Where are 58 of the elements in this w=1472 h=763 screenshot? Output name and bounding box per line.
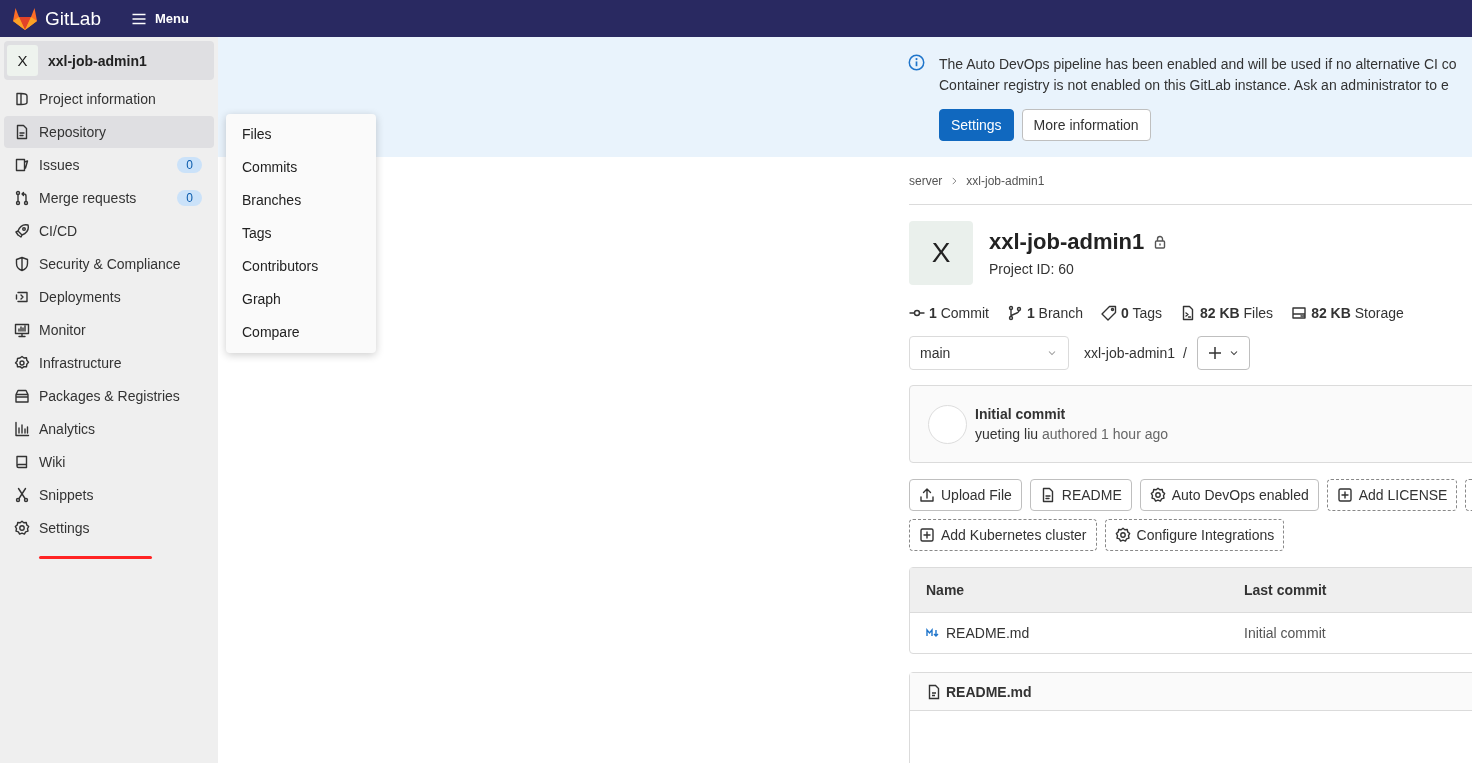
stat-link[interactable]: 0 Tags: [1100, 305, 1162, 321]
sidebar-item[interactable]: Repository: [4, 116, 214, 148]
sidebar-item[interactable]: Packages & Registries: [4, 380, 214, 412]
path-separator: /: [1183, 345, 1187, 361]
project-link[interactable]: X xxl-job-admin1: [4, 41, 214, 80]
menu-item[interactable]: Branches: [226, 184, 376, 217]
action-button[interactable]: Configure Integrations: [1104, 519, 1285, 551]
readme-title: README.md: [946, 683, 1032, 700]
breadcrumb-link[interactable]: xxl-job-admin1: [966, 173, 1045, 188]
stat-link[interactable]: 1 Branch: [1006, 305, 1083, 321]
sidebar-item[interactable]: Merge requests 0: [4, 182, 214, 214]
project-avatar: X: [909, 221, 973, 285]
project-avatar: X: [7, 45, 38, 76]
commit-title[interactable]: Initial commit: [975, 406, 1169, 422]
branch-dropdown[interactable]: main: [909, 336, 1069, 370]
sidebar-item[interactable]: Security & Compliance: [4, 248, 214, 280]
sidebar-item[interactable]: Deployments: [4, 281, 214, 313]
menu-item[interactable]: Compare: [226, 316, 376, 349]
table-cell-text: Initial commit: [1243, 625, 1327, 641]
sidebar-item[interactable]: Snippets: [4, 479, 214, 511]
path-link[interactable]: xxl-job-admin1: [1084, 345, 1176, 361]
action-button[interactable]: Auto DevOps enabled: [1139, 479, 1319, 511]
action-button[interactable]: Upload File: [909, 479, 1022, 511]
stat-link[interactable]: 1 Commit: [909, 305, 989, 321]
menu-button[interactable]: Menu: [125, 6, 195, 31]
info-button[interactable]: More information: [1021, 109, 1151, 141]
sidebar-item[interactable]: Monitor: [4, 314, 214, 346]
count-badge: 0: [177, 157, 202, 173]
column-header: Name: [925, 582, 966, 598]
sidebar-item[interactable]: Infrastructure: [4, 347, 214, 379]
project-title: xxl-job-admin1: [989, 229, 1145, 255]
action-button[interactable]: README: [1029, 479, 1132, 511]
menu-item[interactable]: Tags: [226, 217, 376, 250]
sidebar-item[interactable]: Project information: [4, 83, 214, 115]
breadcrumb-link[interactable]: server: [909, 173, 943, 188]
commit-author[interactable]: yueting liu: [975, 426, 1039, 442]
stat-link[interactable]: 82 KB Storage: [1291, 305, 1404, 321]
file-link[interactable]: README.md: [946, 625, 1030, 641]
action-button[interactable]: Add LICENSE: [1326, 479, 1458, 511]
count-badge: 0: [177, 190, 202, 206]
settings-button[interactable]: Settings: [939, 109, 1014, 141]
sidebar-item[interactable]: Settings: [4, 512, 214, 544]
sidebar-item[interactable]: Analytics: [4, 413, 214, 445]
commit-time: authored 1 hour ago: [1041, 426, 1169, 442]
menu-item[interactable]: Contributors: [226, 250, 376, 283]
banner-text: Container registry is not enabled on this GitLab instance. Ask an administrator to e: [939, 76, 1450, 95]
menu-item[interactable]: Graph: [226, 283, 376, 316]
sidebar-item[interactable]: Issues 0: [4, 149, 214, 181]
logo-text[interactable]: GitLab: [45, 7, 101, 30]
action-button[interactable]: Add Kubernetes cluster: [909, 519, 1097, 551]
menu-item[interactable]: Files: [226, 118, 376, 151]
sidebar-item[interactable]: Wiki: [4, 446, 214, 478]
stat-link[interactable]: 82 KB Files: [1180, 305, 1274, 321]
sidebar-item[interactable]: CI/CD: [4, 215, 214, 247]
column-header: Last commit: [1243, 582, 1328, 598]
menu-item[interactable]: Commits: [226, 151, 376, 184]
banner-text: The Auto DevOps pipeline has been enabled and will be used if no alternative CI co: [939, 55, 1457, 74]
project-id: Project ID: 60: [989, 261, 1075, 277]
